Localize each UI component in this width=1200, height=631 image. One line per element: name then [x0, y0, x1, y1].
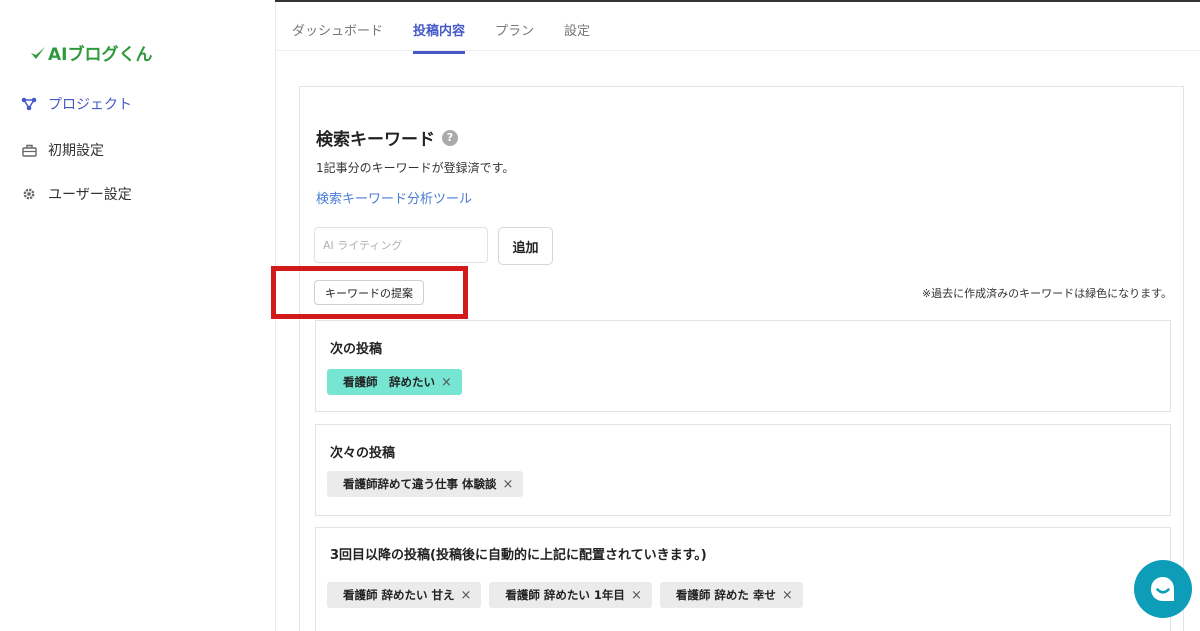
- later-posts-group: 3回目以降の投稿(投稿後に自動的に上記に配置されていきます。) 看護師 辞めたい…: [315, 527, 1171, 631]
- keyword-chip[interactable]: 看護師 辞めたい 1年目 ×: [489, 582, 652, 608]
- remove-chip-icon[interactable]: ×: [631, 588, 642, 603]
- keyword-input[interactable]: [314, 227, 488, 263]
- top-tabs: ダッシュボード 投稿内容 プラン 設定: [292, 20, 620, 54]
- tab-post-content[interactable]: 投稿内容: [413, 20, 466, 54]
- sidebar-item-label: 初期設定: [48, 143, 104, 159]
- tab-plan[interactable]: プラン: [495, 20, 534, 54]
- chip-label: 看護師辞めて違う仕事 体験談: [343, 477, 497, 491]
- sidebar-item-label: ユーザー設定: [48, 187, 132, 203]
- check-leaf-icon: [31, 46, 45, 59]
- remove-chip-icon[interactable]: ×: [461, 588, 472, 603]
- chat-button[interactable]: [1134, 560, 1192, 618]
- chip-row: 看護師 辞めたい 甘え × 看護師 辞めたい 1年目 × 看護師 辞めた 幸せ …: [327, 582, 811, 608]
- sidebar-item-project[interactable]: プロジェクト: [20, 94, 132, 114]
- tab-dashboard[interactable]: ダッシュボード: [292, 20, 383, 54]
- chip-label: 看護師 辞めた 幸せ: [675, 588, 776, 602]
- group-title: 次々の投稿: [330, 446, 396, 461]
- keyword-chip[interactable]: 看護師 辞めたい ×: [327, 369, 462, 395]
- sidebar-item-label: プロジェクト: [48, 97, 132, 113]
- project-icon: [20, 95, 38, 113]
- app-logo[interactable]: AIブログくん: [30, 40, 152, 65]
- chip-label: 看護師 辞めたい 甘え: [343, 588, 455, 602]
- chip-row: 看護師辞めて違う仕事 体験談 ×: [327, 471, 531, 497]
- highlight-box: [271, 266, 468, 319]
- keyword-chip[interactable]: 看護師 辞めた 幸せ ×: [659, 582, 803, 608]
- remove-chip-icon[interactable]: ×: [503, 477, 514, 492]
- chat-bubble-icon: [1151, 577, 1174, 601]
- keyword-analysis-tool-link[interactable]: 検索キーワード分析ツール: [316, 188, 472, 207]
- section-title-text: 検索キーワード: [316, 130, 435, 150]
- remove-chip-icon[interactable]: ×: [441, 375, 452, 390]
- keyword-chip[interactable]: 看護師辞めて違う仕事 体験談 ×: [327, 471, 524, 497]
- help-icon[interactable]: ?: [442, 129, 458, 146]
- add-keyword-button[interactable]: 追加: [498, 227, 553, 265]
- next-post-group: 次の投稿 看護師 辞めたい ×: [315, 320, 1171, 412]
- group-title: 次の投稿: [330, 342, 383, 357]
- green-keyword-note: ※過去に作成済みのキーワードは緑色になります。: [921, 287, 1172, 300]
- logo-text: AIブログくん: [48, 45, 153, 65]
- tab-settings[interactable]: 設定: [564, 20, 590, 54]
- following-post-group: 次々の投稿 看護師辞めて違う仕事 体験談 ×: [315, 424, 1171, 516]
- registered-count-text: 1記事分のキーワードが登録済です。: [316, 161, 515, 175]
- tabs-divider: [276, 50, 1200, 51]
- chip-row: 看護師 辞めたい ×: [327, 369, 470, 395]
- sidebar: AIブログくん プロジェクト 初期設定 ユーザー設定: [0, 0, 275, 631]
- group-title: 3回目以降の投稿(投稿後に自動的に上記に配置されていきます。): [330, 548, 707, 563]
- chip-label: 看護師 辞めたい 1年目: [505, 588, 625, 602]
- keyword-chip[interactable]: 看護師 辞めたい 甘え ×: [327, 582, 482, 608]
- keyword-section-title: 検索キーワード ?: [316, 125, 458, 150]
- gear-icon: [20, 185, 38, 203]
- toolbox-icon: [20, 141, 38, 159]
- chip-label: 看護師 辞めたい: [343, 375, 435, 389]
- sidebar-item-user-settings[interactable]: ユーザー設定: [20, 184, 132, 204]
- sidebar-item-initial-settings[interactable]: 初期設定: [20, 140, 104, 160]
- remove-chip-icon[interactable]: ×: [782, 588, 793, 603]
